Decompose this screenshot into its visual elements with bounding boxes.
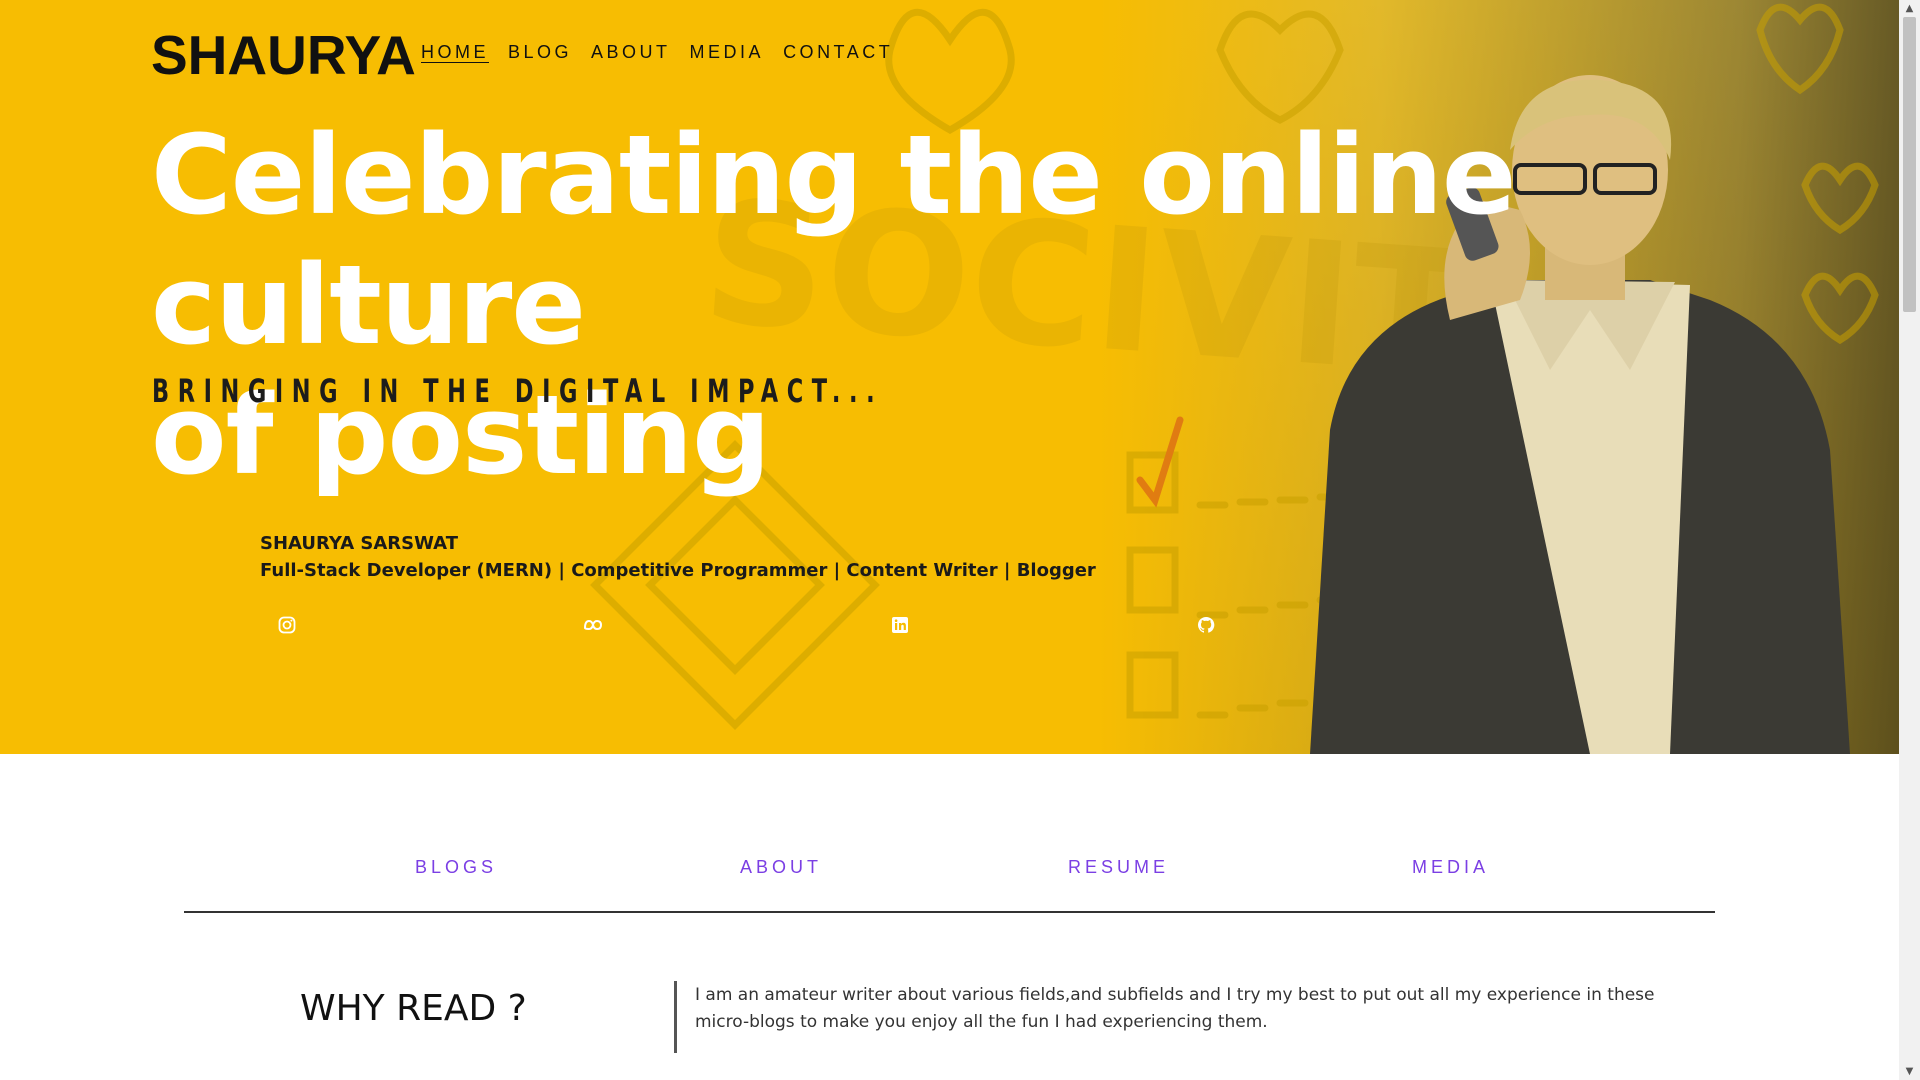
scrollbar-thumb[interactable] xyxy=(1903,17,1916,312)
hero-headline-line1: Celebrating the online culture xyxy=(151,111,1516,369)
linkedin-icon[interactable] xyxy=(890,615,910,635)
section-link-resume[interactable]: RESUME xyxy=(1068,857,1169,878)
github-icon[interactable] xyxy=(1196,615,1216,635)
hero-section: SOCIVITI SHAURYA HOME BLOG ABOUT MEDIA C… xyxy=(0,0,1899,754)
social-links xyxy=(0,615,1899,639)
page-scrollbar[interactable]: ▲ ▼ xyxy=(1899,0,1920,1080)
why-read-text: I am an amateur writer about various fie… xyxy=(695,985,1655,1032)
author-name: SHAURYA SARSWAT xyxy=(260,533,458,554)
meta-icon[interactable] xyxy=(583,615,603,635)
why-read-title: WHY READ ? xyxy=(300,988,527,1029)
nav-media[interactable]: MEDIA xyxy=(690,42,765,63)
instagram-icon[interactable] xyxy=(277,615,297,635)
section-link-media[interactable]: MEDIA xyxy=(1412,857,1489,878)
section-nav: BLOGS ABOUT RESUME MEDIA xyxy=(184,857,1715,913)
why-read-divider xyxy=(674,981,677,1053)
hero-headline: Celebrating the online culture of posting xyxy=(151,110,1751,500)
nav-blog[interactable]: BLOG xyxy=(508,42,572,63)
nav-home[interactable]: HOME xyxy=(421,42,489,63)
main-nav: HOME BLOG ABOUT MEDIA CONTACT xyxy=(421,42,893,63)
section-link-blogs[interactable]: BLOGS xyxy=(415,857,497,878)
nav-about[interactable]: ABOUT xyxy=(591,42,671,63)
site-brand[interactable]: SHAURYA xyxy=(151,23,416,87)
scroll-down-arrow-icon[interactable]: ▼ xyxy=(1899,1063,1920,1080)
nav-contact[interactable]: CONTACT xyxy=(783,42,893,63)
section-link-about[interactable]: ABOUT xyxy=(740,857,822,878)
scroll-up-arrow-icon[interactable]: ▲ xyxy=(1899,0,1920,17)
hero-tagline: BRINGING IN THE DIGITAL IMPACT... xyxy=(152,372,884,410)
author-role: Full-Stack Developer (MERN) | Competitiv… xyxy=(260,560,1096,581)
